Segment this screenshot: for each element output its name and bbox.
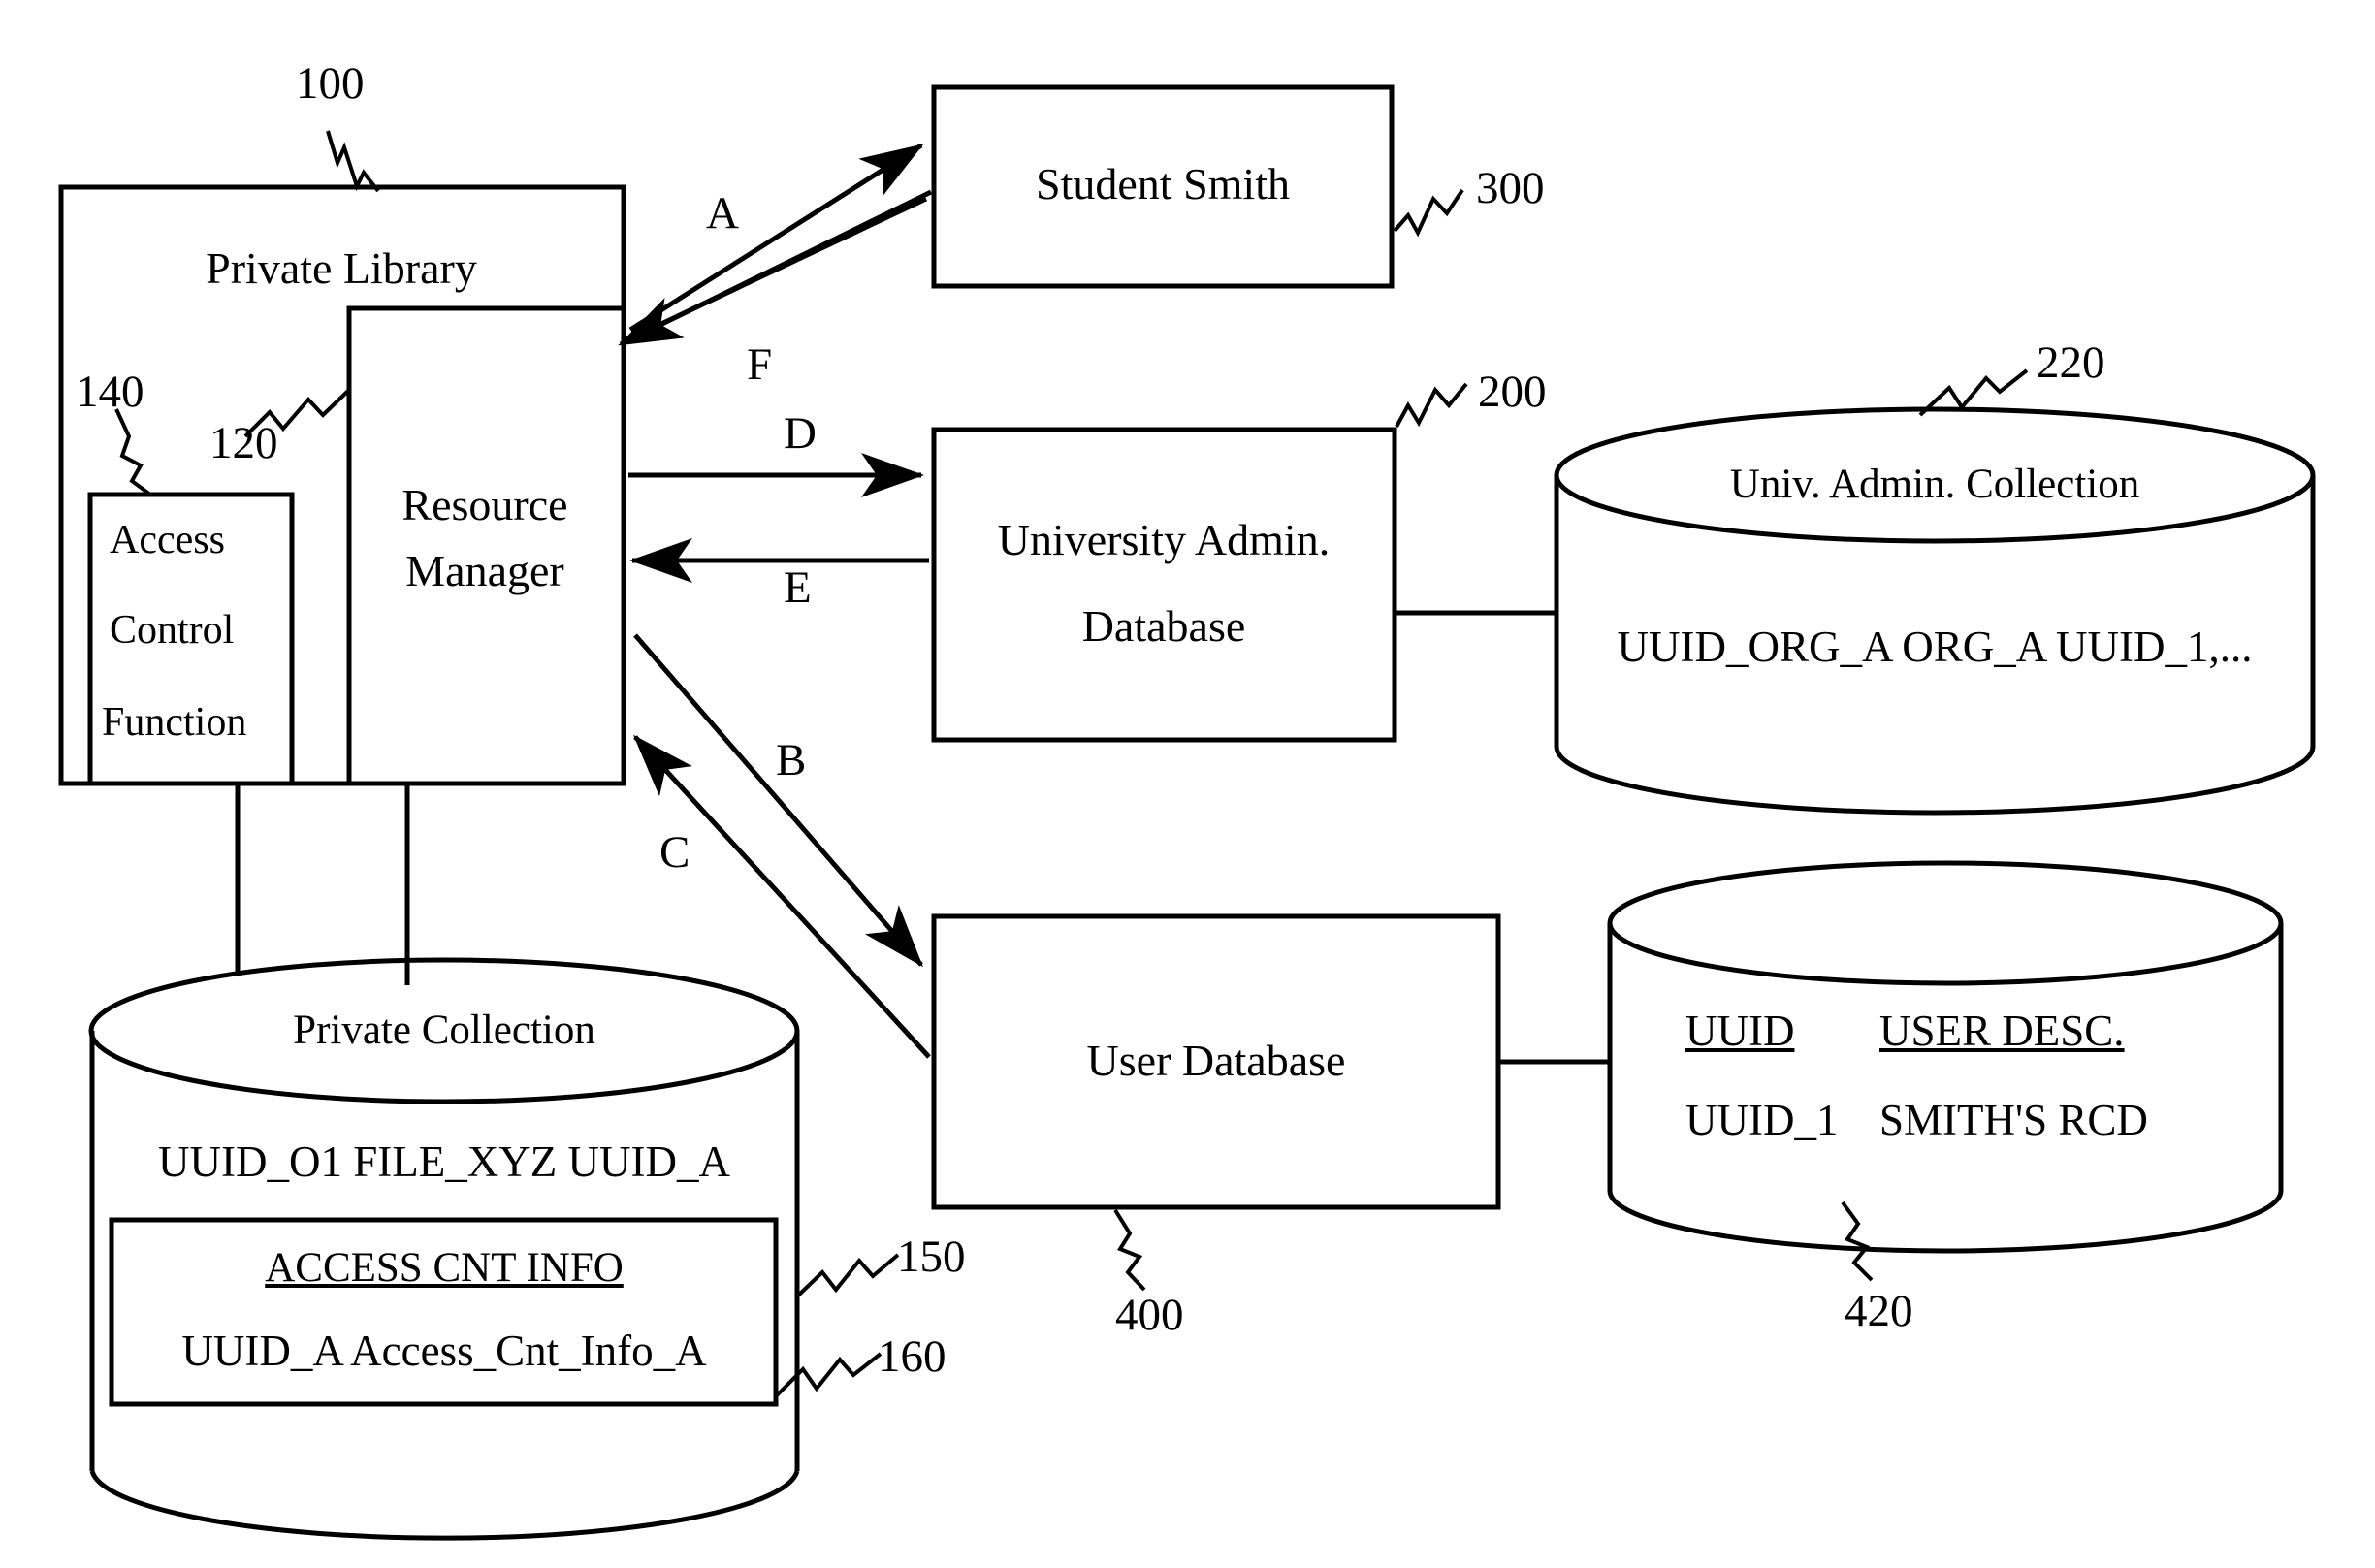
private-collection-title: Private Collection — [293, 1008, 595, 1053]
ref-number-140: 140 — [76, 367, 144, 417]
university-admin-database-line1: University Admin. — [997, 515, 1331, 564]
private-collection-bottom-arc — [89, 1470, 800, 1541]
user-records-bottom-arc — [1607, 1190, 2284, 1254]
resource-manager-label-line2: Manager — [405, 546, 564, 595]
ref-number-200: 200 — [1478, 367, 1547, 417]
figure-canvas: Private Library 100 Resource Manager 120… — [0, 0, 2375, 1568]
arrow-label-C: C — [659, 827, 690, 878]
arrow-A — [628, 143, 924, 333]
access-cnt-info-header: ACCESS CNT INFO — [265, 1245, 624, 1291]
university-admin-database-box — [931, 427, 1397, 743]
user-records-top-ellipse — [1607, 860, 2284, 986]
user-records-col1-value: UUID_1 — [1685, 1096, 1839, 1144]
access-control-function-line3: Function — [102, 700, 247, 745]
arrow-label-E: E — [784, 562, 812, 613]
private-collection-row: UUID_O1 FILE_XYZ UUID_A — [158, 1137, 730, 1186]
ref-420-leader — [1841, 1200, 1874, 1282]
ref-number-150: 150 — [897, 1232, 966, 1282]
ref-160-leader — [774, 1352, 883, 1398]
ref-number-420: 420 — [1845, 1286, 1913, 1336]
access-control-function-line2: Control — [110, 608, 235, 653]
ref-number-400: 400 — [1115, 1290, 1184, 1340]
access-cnt-info-row: UUID_A Access_Cnt_Info_A — [181, 1327, 707, 1375]
ref-400-leader — [1113, 1208, 1146, 1292]
univ-admin-collection-row: UUID_ORG_A ORG_A UUID_1,... — [1617, 623, 2253, 671]
resource-manager-label-line1: Resource — [401, 480, 568, 529]
student-smith-title: Student Smith — [1036, 159, 1290, 208]
arrow-label-A: A — [706, 188, 739, 239]
user-records-col1-header: UUID — [1685, 1007, 1795, 1055]
arrow-label-B: B — [776, 735, 807, 785]
ref-200-leader — [1395, 382, 1468, 428]
arrow-label-D: D — [784, 408, 817, 459]
user-records-col2-value: SMITH'S RCD — [1879, 1096, 2148, 1144]
ref-number-100: 100 — [296, 58, 365, 109]
private-library-title: Private Library — [206, 243, 477, 293]
ref-number-300: 300 — [1476, 163, 1545, 213]
ref-number-220: 220 — [2037, 337, 2105, 388]
user-database-title: User Database — [1086, 1036, 1346, 1085]
ref-140-leader — [114, 408, 152, 496]
univ-admin-collection-title: Univ. Admin. Collection — [1729, 462, 2140, 507]
user-records-col2-header: USER DESC. — [1879, 1007, 2125, 1055]
ref-number-120: 120 — [209, 418, 278, 468]
ref-100-leader — [326, 130, 380, 193]
ref-number-160: 160 — [878, 1331, 947, 1382]
ref-300-leader — [1393, 188, 1464, 238]
arrow-B — [633, 633, 923, 968]
arrow-label-F: F — [747, 339, 773, 390]
ref-150-leader — [795, 1253, 900, 1298]
univ-admin-collection-bottom-arc — [1554, 746, 2316, 816]
university-admin-database-line2: Database — [1081, 601, 1246, 651]
arrow-F — [618, 189, 933, 347]
access-control-function-line1: Access — [110, 518, 225, 562]
